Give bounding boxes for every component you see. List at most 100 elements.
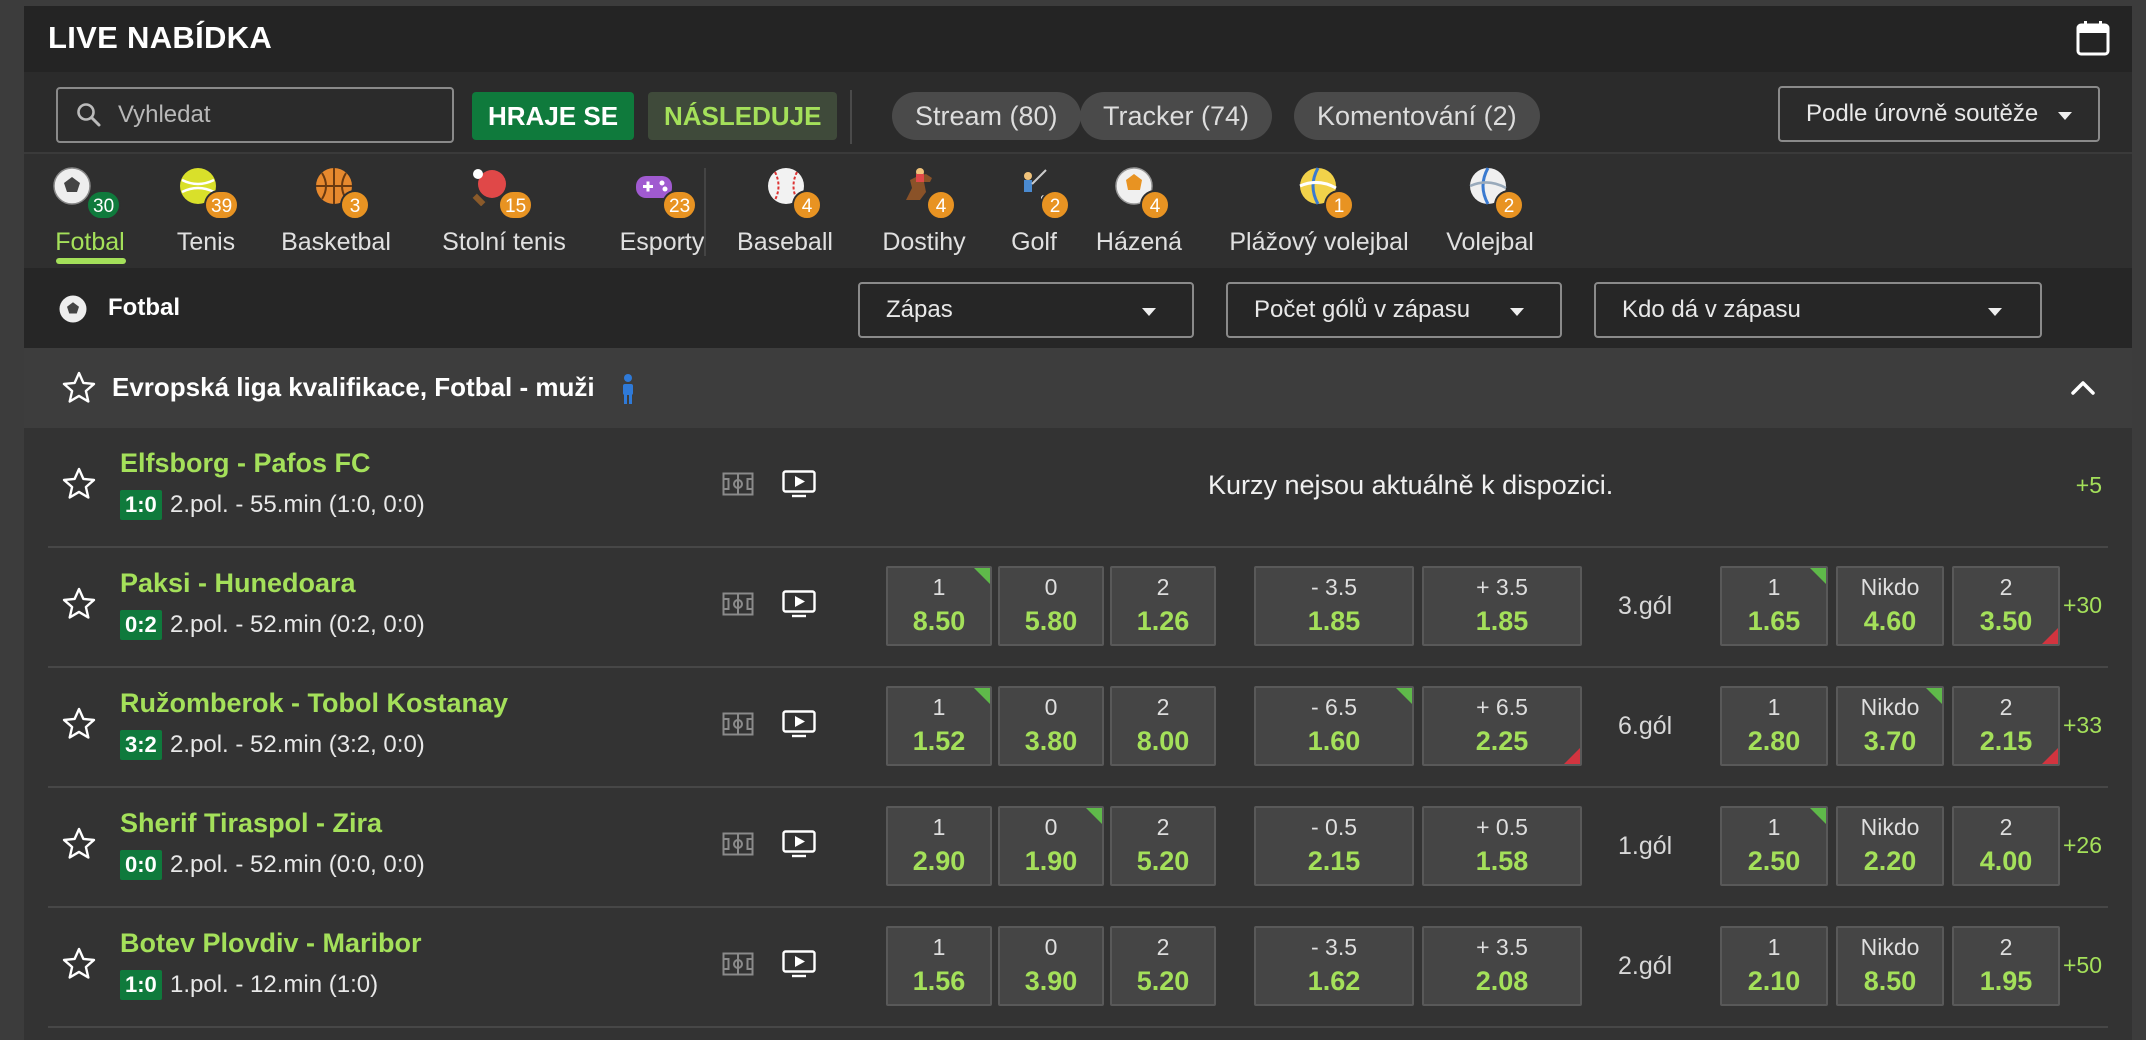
odds-button-draw[interactable]: 0 3.90: [998, 926, 1104, 1006]
sport-tab-tenis[interactable]: 39 Tenis: [164, 154, 248, 268]
more-markets-link[interactable]: +5: [2076, 472, 2102, 499]
search-input[interactable]: [118, 101, 418, 129]
odds-button-goal-away[interactable]: 2 2.15: [1952, 686, 2060, 766]
sport-tab-volejbal[interactable]: 2 Volejbal: [1438, 154, 1542, 268]
odds-button-away[interactable]: 2 5.20: [1110, 926, 1216, 1006]
favorite-star-icon[interactable]: [60, 466, 98, 502]
odds-button-home[interactable]: 1 2.90: [886, 806, 992, 886]
stream-tv-icon[interactable]: [782, 710, 816, 738]
match-row[interactable]: Paksi - Hunedoara 0:2 2.pol. - 52.min (0…: [48, 548, 2108, 668]
sport-tab-dostihy[interactable]: 4 Dostihy: [864, 154, 984, 268]
stream-tv-icon[interactable]: [782, 470, 816, 498]
odds-button-over[interactable]: + 3.5 1.85: [1422, 566, 1582, 646]
favorite-star-icon[interactable]: [60, 946, 98, 982]
sport-tab-stolni-tenis[interactable]: 15 Stolní tenis: [424, 154, 584, 268]
match-teams[interactable]: Paksi - Hunedoara: [120, 568, 356, 599]
more-markets-link[interactable]: +33: [2063, 712, 2102, 739]
sport-tab-esporty[interactable]: 23 Esporty: [592, 154, 732, 268]
tracker-field-icon[interactable]: [722, 952, 754, 976]
stream-tv-icon[interactable]: [782, 590, 816, 618]
market-select-1[interactable]: Zápas: [858, 282, 1194, 338]
odds-value: 1.85: [1307, 606, 1361, 636]
odds-button-goal-nobody[interactable]: Nikdo 4.60: [1836, 566, 1944, 646]
odds-button-goal-away[interactable]: 2 1.95: [1952, 926, 2060, 1006]
tracker-field-icon[interactable]: [722, 712, 754, 736]
match-row[interactable]: Sherif Tiraspol - Zira 0:0 2.pol. - 52.m…: [48, 788, 2108, 908]
sort-select[interactable]: Podle úrovně soutěže: [1778, 86, 2100, 142]
odds-value: 2.25: [1475, 726, 1529, 756]
odds-button-goal-home[interactable]: 1 2.80: [1720, 686, 1828, 766]
odds-button-goal-nobody[interactable]: Nikdo 3.70: [1836, 686, 1944, 766]
odds-button-goal-home[interactable]: 1 1.65: [1720, 566, 1828, 646]
chevron-up-icon[interactable]: [2070, 378, 2096, 396]
tracker-field-icon[interactable]: [722, 472, 754, 496]
odds-button-over[interactable]: + 0.5 1.58: [1422, 806, 1582, 886]
chevron-down-icon: [2058, 112, 2072, 120]
market-select-value: Počet gólů v zápasu: [1254, 296, 1471, 323]
sport-tab-fotbal[interactable]: 30 Fotbal: [42, 154, 138, 268]
odds-button-under[interactable]: - 0.5 2.15: [1254, 806, 1414, 886]
sport-tab-basketbal[interactable]: 3 Basketbal: [274, 154, 398, 268]
odds-button-goal-nobody[interactable]: Nikdo 8.50: [1836, 926, 1944, 1006]
odds-button-under[interactable]: - 6.5 1.60: [1254, 686, 1414, 766]
match-row[interactable]: Elfsborg - Pafos FC 1:0 2.pol. - 55.min …: [48, 428, 2108, 548]
sport-count-badge: 2: [1040, 190, 1070, 220]
sport-tab-baseball[interactable]: 4 Baseball: [720, 154, 850, 268]
match-teams[interactable]: Sherif Tiraspol - Zira: [120, 808, 382, 839]
more-markets-link[interactable]: +26: [2063, 832, 2102, 859]
odds-label: 2: [1156, 694, 1170, 720]
search-box[interactable]: [56, 87, 454, 143]
odds-up-indicator: [1810, 808, 1826, 824]
odds-button-draw[interactable]: 0 3.80: [998, 686, 1104, 766]
odds-button-over[interactable]: + 3.5 2.08: [1422, 926, 1582, 1006]
sport-count-badge: 2: [1494, 190, 1524, 220]
odds-button-goal-away[interactable]: 2 3.50: [1952, 566, 2060, 646]
odds-button-home[interactable]: 1 1.52: [886, 686, 992, 766]
sport-tab-plazovy-volejbal[interactable]: 1 Plážový volejbal: [1214, 154, 1424, 268]
more-markets-link[interactable]: +30: [2063, 592, 2102, 619]
odds-value: 3.80: [1024, 726, 1078, 756]
tracker-field-icon[interactable]: [722, 832, 754, 856]
odds-button-over[interactable]: + 6.5 2.25: [1422, 686, 1582, 766]
stream-tv-icon[interactable]: [782, 950, 816, 978]
odds-button-goal-home[interactable]: 1 2.10: [1720, 926, 1828, 1006]
match-row[interactable]: Botev Plovdiv - Maribor 1:0 1.pol. - 12.…: [48, 908, 2108, 1028]
odds-button-draw[interactable]: 0 5.80: [998, 566, 1104, 646]
playing-filter-button[interactable]: HRAJE SE: [472, 92, 635, 140]
odds-button-away[interactable]: 2 5.20: [1110, 806, 1216, 886]
sport-tab-golf[interactable]: 2 Golf: [992, 154, 1076, 268]
stream-filter-pill[interactable]: Stream (80): [892, 92, 1081, 140]
stream-tv-icon[interactable]: [782, 830, 816, 858]
odds-button-away[interactable]: 2 1.26: [1110, 566, 1216, 646]
odds-button-under[interactable]: - 3.5 1.85: [1254, 566, 1414, 646]
odds-button-home[interactable]: 1 1.56: [886, 926, 992, 1006]
sport-tab-label: Basketbal: [281, 228, 391, 256]
market-select-2[interactable]: Počet gólů v zápasu: [1226, 282, 1562, 338]
commentary-filter-pill[interactable]: Komentování (2): [1294, 92, 1540, 140]
match-row[interactable]: Ružomberok - Tobol Kostanay 3:2 2.pol. -…: [48, 668, 2108, 788]
match-teams[interactable]: Botev Plovdiv - Maribor: [120, 928, 422, 959]
odds-button-home[interactable]: 1 8.50: [886, 566, 992, 646]
market-select-3[interactable]: Kdo dá v zápasu: [1594, 282, 2042, 338]
calendar-icon[interactable]: [2076, 20, 2110, 56]
match-teams[interactable]: Elfsborg - Pafos FC: [120, 448, 371, 479]
following-filter-button[interactable]: NÁSLEDUJE: [648, 92, 838, 140]
more-markets-link[interactable]: +50: [2063, 952, 2102, 979]
tracker-filter-pill[interactable]: Tracker (74): [1080, 92, 1273, 140]
sport-tab-hazena[interactable]: 4 Házená: [1084, 154, 1194, 268]
odds-button-under[interactable]: - 3.5 1.62: [1254, 926, 1414, 1006]
odds-button-away[interactable]: 2 8.00: [1110, 686, 1216, 766]
favorite-star-icon[interactable]: [60, 706, 98, 742]
odds-label: 1: [932, 934, 946, 960]
odds-button-draw[interactable]: 0 1.90: [998, 806, 1104, 886]
odds-button-goal-nobody[interactable]: Nikdo 2.20: [1836, 806, 1944, 886]
favorite-star-icon[interactable]: [60, 370, 98, 406]
match-teams[interactable]: Ružomberok - Tobol Kostanay: [120, 688, 508, 719]
favorite-star-icon[interactable]: [60, 826, 98, 862]
odds-button-goal-away[interactable]: 2 4.00: [1952, 806, 2060, 886]
tracker-field-icon[interactable]: [722, 592, 754, 616]
odds-button-goal-home[interactable]: 1 2.50: [1720, 806, 1828, 886]
league-header[interactable]: Evropská liga kvalifikace, Fotbal - muži: [24, 348, 2132, 428]
favorite-star-icon[interactable]: [60, 586, 98, 622]
sport-count-badge: 15: [498, 190, 534, 220]
